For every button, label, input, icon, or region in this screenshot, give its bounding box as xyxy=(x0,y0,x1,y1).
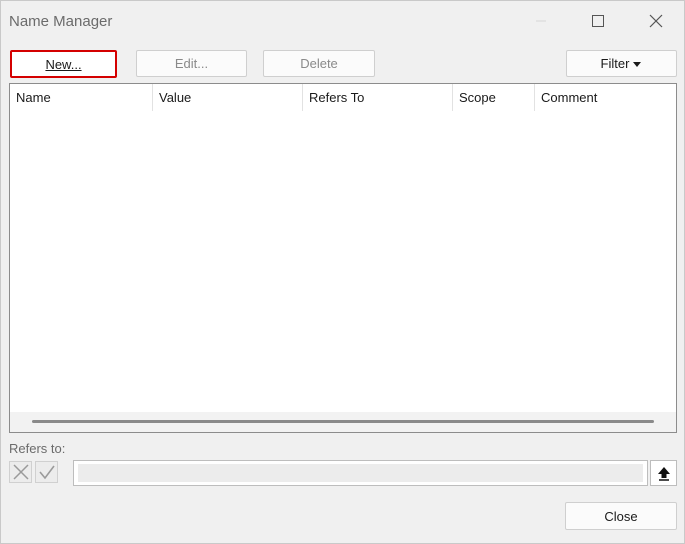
cancel-edit-button[interactable] xyxy=(9,461,32,483)
new-button[interactable]: New... xyxy=(10,50,117,78)
new-button-label: New... xyxy=(45,56,82,72)
dropdown-arrow-icon xyxy=(633,61,642,67)
refers-to-field-value xyxy=(78,464,643,482)
refers-to-field[interactable] xyxy=(73,460,648,486)
horizontal-scrollbar[interactable] xyxy=(10,412,676,432)
maximize-icon xyxy=(592,15,604,27)
close-button-label: Close xyxy=(604,508,638,524)
column-header-refers-to[interactable]: Refers To xyxy=(303,84,453,111)
collapse-dialog-button[interactable] xyxy=(650,460,677,486)
refers-to-label: Refers to: xyxy=(9,441,66,456)
scrollbar-thumb[interactable] xyxy=(32,420,654,423)
upload-arrow-icon xyxy=(657,467,670,481)
delete-button-label: Delete xyxy=(300,56,338,71)
confirm-edit-button[interactable] xyxy=(35,461,58,483)
cancel-x-icon xyxy=(12,464,29,480)
minimize-button[interactable] xyxy=(524,7,558,35)
name-manager-dialog: Name Manager New... Edit... Delete Filte… xyxy=(0,0,685,544)
title-bar: Name Manager xyxy=(1,1,684,39)
checkmark-icon xyxy=(38,465,55,480)
column-header-value[interactable]: Value xyxy=(153,84,303,111)
column-header-comment[interactable]: Comment xyxy=(535,84,676,111)
minimize-icon xyxy=(536,20,546,22)
column-header-name[interactable]: Name xyxy=(10,84,153,111)
close-button[interactable]: Close xyxy=(565,502,677,530)
window-title: Name Manager xyxy=(9,13,113,30)
close-window-button[interactable] xyxy=(639,7,673,35)
edit-button[interactable]: Edit... xyxy=(136,50,247,77)
filter-button[interactable]: Filter xyxy=(566,50,677,77)
delete-button[interactable]: Delete xyxy=(263,50,375,77)
close-icon xyxy=(649,14,663,28)
column-header-scope[interactable]: Scope xyxy=(453,84,535,111)
filter-button-label: Filter xyxy=(600,56,630,71)
names-list[interactable]: Name Value Refers To Scope Comment xyxy=(9,83,677,433)
edit-button-label: Edit... xyxy=(174,56,209,71)
maximize-button[interactable] xyxy=(581,7,615,35)
